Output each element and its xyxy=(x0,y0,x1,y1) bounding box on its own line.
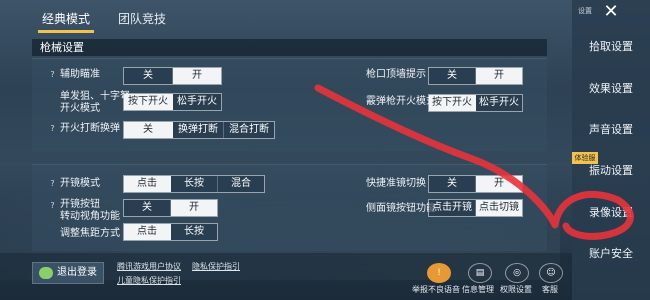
permission-icon[interactable]: ◎ xyxy=(505,263,529,283)
quick-scope-off[interactable]: 关 xyxy=(429,176,476,192)
fire-interrupt-reload[interactable]: 换弹打断 xyxy=(173,122,224,138)
single-fire-press[interactable]: 按下开火 xyxy=(124,94,173,110)
info-manage-icon[interactable]: ▤ xyxy=(468,263,492,283)
scope-mode-hold[interactable]: 长按 xyxy=(171,176,218,192)
report-voice-icon[interactable]: ! xyxy=(427,263,451,283)
scope-button-toggle: 关 开 xyxy=(123,199,218,217)
info-manage-label: 信息管理 xyxy=(462,285,494,294)
mode-tabs: 经典模式 团队竞技 xyxy=(0,0,575,33)
logout-label: 退出登录 xyxy=(57,267,97,278)
help-icon[interactable]: ? xyxy=(48,201,57,210)
quick-scope-on[interactable]: 开 xyxy=(476,176,522,192)
sidebar-item-account[interactable]: 账户安全 xyxy=(572,243,650,265)
fire-interrupt-label: 开火打断换弹 xyxy=(60,123,120,134)
side-scope-tap-switch[interactable]: 点击切镜 xyxy=(476,200,522,216)
user-agreement-link[interactable]: 腾讯游戏用户协议 xyxy=(117,262,181,272)
tab-classic[interactable]: 经典模式 xyxy=(30,8,102,30)
aim-assist-label: 辅助瞄准 xyxy=(60,69,100,80)
scope-mode-toggle: 点击 长按 混合 xyxy=(123,175,265,193)
sidebar-item-sound[interactable]: 声音设置 xyxy=(572,119,650,141)
scope-mode-label: 开镜模式 xyxy=(60,178,100,189)
single-fire-toggle: 按下开火 松手开火 xyxy=(123,93,222,111)
scope-mode-tap[interactable]: 点击 xyxy=(124,176,171,192)
scope-button-off[interactable]: 关 xyxy=(124,200,171,216)
help-icon[interactable]: ? xyxy=(48,124,57,133)
settings-sidebar: 拾取设置 效果设置 声音设置 振动设置 录像设置 账户安全 xyxy=(572,0,650,300)
help-icon[interactable]: ? xyxy=(48,179,57,188)
section-header: 枪械设置 xyxy=(32,39,547,56)
tab-team[interactable]: 团队竞技 xyxy=(112,8,172,30)
child-privacy-link[interactable]: 儿童隐私保护指引 xyxy=(117,276,181,286)
test-server-badge: 体验服 xyxy=(572,152,598,164)
customer-service-icon[interactable]: ☺ xyxy=(539,263,563,283)
scope-button-label-2: 转动视角功能 xyxy=(60,211,120,222)
quick-scope-toggle: 关 开 xyxy=(428,175,523,193)
fire-interrupt-off[interactable]: 关 xyxy=(124,122,173,138)
scope-button-on[interactable]: 开 xyxy=(171,200,217,216)
help-icon[interactable]: ? xyxy=(48,70,57,79)
single-fire-release[interactable]: 松手开火 xyxy=(173,94,221,110)
shotgun-fire-toggle: 按下开火 松手开火 xyxy=(428,94,523,112)
aim-assist-toggle: 关 开 xyxy=(123,67,222,85)
permission-label: 权限设置 xyxy=(500,285,532,294)
shotgun-fire-label: 霰弹枪开火模式 xyxy=(366,96,436,107)
quick-scope-label: 快捷准镜切换 xyxy=(366,178,426,189)
fire-interrupt-mixed[interactable]: 混合打断 xyxy=(224,122,274,138)
sidebar-item-effects[interactable]: 效果设置 xyxy=(572,78,650,100)
active-tab-indicator xyxy=(38,30,94,33)
focus-mode-label: 调整焦距方式 xyxy=(60,228,120,239)
single-fire-label-2: 开火模式 xyxy=(60,103,100,114)
aim-assist-on[interactable]: 开 xyxy=(173,68,221,84)
wechat-icon xyxy=(39,267,53,279)
shotgun-fire-release[interactable]: 松手开火 xyxy=(476,95,522,111)
muzzle-hint-on[interactable]: 开 xyxy=(476,68,522,84)
scope-button-label-1: 开镜按钮 xyxy=(60,199,100,210)
fire-interrupt-toggle: 关 换弹打断 混合打断 xyxy=(123,121,275,139)
focus-mode-tap[interactable]: 点击 xyxy=(124,224,171,240)
focus-mode-toggle: 点击 长按 xyxy=(123,223,218,241)
report-voice-label: 举报不良语音 xyxy=(412,285,460,294)
privacy-guide-link[interactable]: 隐私保护指引 xyxy=(192,262,240,272)
settings-header: 设置 xyxy=(578,7,592,15)
logout-button[interactable]: 退出登录 xyxy=(32,262,104,284)
focus-mode-hold[interactable]: 长按 xyxy=(171,224,217,240)
muzzle-hint-toggle: 关 开 xyxy=(428,67,523,85)
muzzle-hint-label: 枪口顶墙提示 xyxy=(366,69,426,80)
sidebar-item-recording[interactable]: 录像设置 xyxy=(572,202,650,224)
muzzle-hint-off[interactable]: 关 xyxy=(429,68,476,84)
side-scope-tap-open[interactable]: 点击开镜 xyxy=(429,200,476,216)
game-settings-screen: 经典模式 团队竞技 枪械设置 ? 辅助瞄准 关 开 单发狙、十字弩 开火模式 按… xyxy=(0,0,650,300)
aim-assist-off[interactable]: 关 xyxy=(124,68,173,84)
single-fire-label-1: 单发狙、十字弩 xyxy=(60,91,130,102)
scope-mode-mixed[interactable]: 混合 xyxy=(218,176,264,192)
shotgun-fire-press[interactable]: 按下开火 xyxy=(429,95,476,111)
sidebar-item-pickup[interactable]: 拾取设置 xyxy=(572,36,650,58)
section-title: 枪械设置 xyxy=(40,41,84,54)
customer-service-label: 客服 xyxy=(542,285,558,294)
side-scope-label: 侧面镜按钮功能 xyxy=(366,203,436,214)
close-icon[interactable]: ✕ xyxy=(600,2,622,22)
side-scope-toggle: 点击开镜 点击切镜 xyxy=(428,199,523,217)
